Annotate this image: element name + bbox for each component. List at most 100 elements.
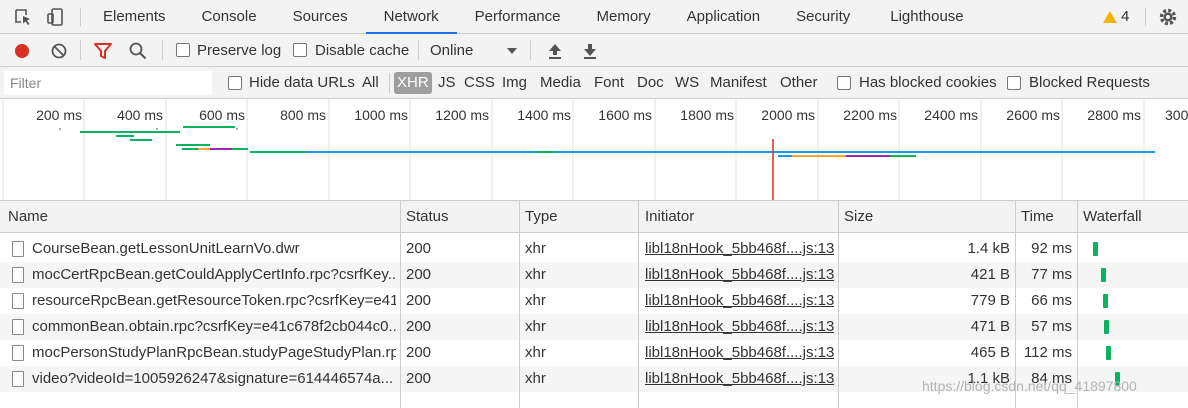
request-initiator[interactable]: libl18nHook_5bb468f....js:13 (645, 340, 834, 366)
filter-type-js[interactable]: JS (435, 72, 459, 94)
filter-type-img[interactable]: Img (499, 72, 530, 94)
table-row[interactable]: commonBean.obtain.rpc?csrfKey=e41c678f2c… (0, 314, 1188, 340)
throttling-select[interactable]: Online (430, 34, 473, 67)
filter-type-manifest[interactable]: Manifest (707, 72, 770, 94)
filter-type-other[interactable]: Other (777, 72, 821, 94)
column-divider[interactable] (1015, 201, 1016, 408)
tick-label: 2000 ms (761, 107, 815, 123)
overview-dot (156, 128, 158, 130)
document-icon (12, 319, 24, 335)
requests-table: Name Status Type Initiator Size Time Wat… (0, 201, 1188, 408)
toolbar-divider (389, 73, 390, 93)
table-row[interactable]: mocPersonStudyPlanRpcBean.studyPageStudy… (0, 340, 1188, 366)
tick-label: 1800 ms (680, 107, 734, 123)
column-divider[interactable] (519, 201, 520, 408)
import-har-icon[interactable] (545, 41, 565, 61)
request-initiator[interactable]: libl18nHook_5bb468f....js:13 (645, 236, 834, 262)
preserve-log-label: Preserve log (197, 42, 282, 59)
overview-canvas: 200 ms 400 ms 600 ms 800 ms 1000 ms 1200… (2, 99, 1188, 200)
toolbar-divider (418, 40, 419, 60)
has-blocked-cookies-checkbox[interactable] (837, 76, 851, 90)
request-size: 1.4 kB (967, 240, 1010, 257)
tab-memory[interactable]: Memory (579, 0, 669, 34)
tick-label: 800 ms (280, 107, 326, 123)
column-divider[interactable] (638, 201, 639, 408)
filter-type-css[interactable]: CSS (461, 72, 498, 94)
column-header-status[interactable]: Status (400, 201, 449, 233)
request-initiator[interactable]: libl18nHook_5bb468f....js:13 (645, 288, 834, 314)
preserve-log-checkbox[interactable] (176, 43, 190, 57)
warnings-counter[interactable]: 4 (1103, 0, 1129, 34)
request-size: 471 B (970, 318, 1010, 335)
filter-input[interactable] (4, 71, 212, 95)
disable-cache-checkbox[interactable] (293, 43, 307, 57)
column-header-type[interactable]: Type (519, 201, 558, 233)
overview-bar (130, 139, 152, 141)
gear-icon[interactable] (1158, 7, 1178, 27)
request-status: 200 (406, 292, 432, 309)
filter-type-media[interactable]: Media (537, 72, 584, 94)
column-header-size[interactable]: Size (838, 201, 873, 233)
table-row[interactable]: mocCertRpcBean.getCouldApplyCertInfo.rpc… (0, 262, 1188, 288)
search-icon[interactable] (128, 41, 148, 61)
timeline-overview[interactable]: 200 ms 400 ms 600 ms 800 ms 1000 ms 1200… (0, 99, 1188, 201)
document-icon (12, 345, 24, 361)
overview-request-bars (59, 126, 1155, 157)
waterfall-bar (1100, 268, 1106, 282)
disable-cache-label: Disable cache (315, 42, 410, 59)
hide-data-urls-checkbox[interactable] (228, 76, 242, 90)
has-blocked-cookies-label: Has blocked cookies (859, 74, 997, 91)
overview-bar (198, 148, 210, 150)
tick-label: 300 (1165, 107, 1188, 123)
column-header-time[interactable]: Time (1015, 201, 1054, 233)
filter-type-font[interactable]: Font (591, 72, 627, 94)
filter-type-xhr[interactable]: XHR (394, 72, 432, 94)
tab-security[interactable]: Security (778, 0, 868, 34)
table-row[interactable]: resourceRpcBean.getResourceToken.rpc?csr… (0, 288, 1188, 314)
request-status: 200 (406, 266, 432, 283)
export-har-icon[interactable] (580, 41, 600, 61)
waterfall-bar (1092, 242, 1098, 256)
request-status: 200 (406, 370, 432, 387)
table-row[interactable]: CourseBean.getLessonUnitLearnVo.dwr 200 … (0, 236, 1188, 262)
overview-bar (116, 135, 134, 137)
toolbar-divider (1145, 8, 1146, 26)
column-header-waterfall[interactable]: Waterfall (1077, 201, 1142, 233)
column-divider[interactable] (838, 201, 839, 408)
inspect-element-icon[interactable] (13, 7, 33, 27)
column-divider[interactable] (400, 201, 401, 408)
filter-type-doc[interactable]: Doc (634, 72, 667, 94)
filter-icon[interactable] (93, 41, 113, 61)
overview-bar (535, 151, 555, 153)
tab-sources[interactable]: Sources (275, 0, 366, 34)
network-toolbar: Preserve log Disable cache Online (0, 34, 1188, 67)
panel-tabs: Elements Console Sources Network Perform… (85, 0, 982, 34)
request-initiator[interactable]: libl18nHook_5bb468f....js:13 (645, 314, 834, 340)
tab-lighthouse[interactable]: Lighthouse (868, 0, 981, 34)
overview-bar (890, 155, 916, 157)
column-divider[interactable] (1077, 201, 1078, 408)
blocked-requests-checkbox[interactable] (1007, 76, 1021, 90)
tab-application[interactable]: Application (669, 0, 778, 34)
tab-elements[interactable]: Elements (85, 0, 184, 34)
request-status: 200 (406, 344, 432, 361)
tick-label: 2200 ms (843, 107, 897, 123)
tick-label: 1000 ms (354, 107, 408, 123)
column-header-name[interactable]: Name (2, 201, 48, 233)
filter-type-ws[interactable]: WS (672, 72, 702, 94)
record-icon[interactable] (12, 41, 32, 61)
chevron-down-icon[interactable] (507, 48, 517, 54)
tab-network[interactable]: Network (365, 0, 457, 34)
request-initiator[interactable]: libl18nHook_5bb468f....js:13 (645, 262, 834, 288)
request-status: 200 (406, 240, 432, 257)
tab-console[interactable]: Console (184, 0, 275, 34)
request-initiator[interactable]: libl18nHook_5bb468f....js:13 (645, 366, 834, 392)
filter-type-all[interactable]: All (359, 72, 382, 94)
toolbar-divider (162, 40, 163, 60)
tab-performance[interactable]: Performance (457, 0, 579, 34)
tick-label: 200 ms (36, 107, 82, 123)
clear-icon[interactable] (49, 41, 69, 61)
device-toolbar-icon[interactable] (46, 7, 66, 27)
column-header-initiator[interactable]: Initiator (639, 201, 694, 233)
overview-bar (210, 148, 232, 150)
